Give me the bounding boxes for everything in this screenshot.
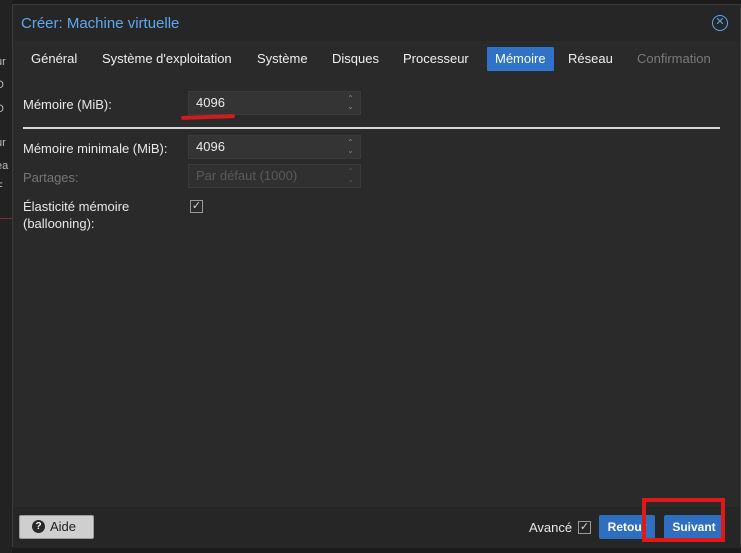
help-button[interactable]: ? Aide [19,515,94,539]
tab-system[interactable]: Système [249,47,316,71]
ballooning-label-line1: Élasticité mémoire [23,199,130,214]
close-icon[interactable]: ✕ [712,15,728,31]
memory-input[interactable]: 4096 ⌃ ⌄ [188,91,361,115]
bg-fragment: D [0,79,4,91]
memory-value: 4096 [196,95,225,110]
bg-fragment: D [0,103,4,115]
tab-memory[interactable]: Mémoire [487,47,554,71]
dialog-titlebar: Créer: Machine virtuelle ✕ [13,5,740,41]
tab-general[interactable]: Général [23,47,85,71]
spinner-icon[interactable]: ⌃ ⌄ [346,139,355,155]
spinner-icon: ⌃ ⌄ [347,167,354,184]
ballooning-checkbox[interactable]: ✓ [190,200,203,213]
tab-network[interactable]: Réseau [560,47,621,71]
shares-label: Partages: [23,170,79,185]
bg-fragment: ur [0,56,6,68]
bg-divider [0,218,12,219]
bg-fragment: ea [0,160,9,172]
advanced-checkbox[interactable]: ✓ [578,521,591,534]
help-icon: ? [32,520,45,533]
background-app-strip: ur D D ur ea F [0,0,12,553]
tab-processor[interactable]: Processeur [395,47,477,71]
help-label: Aide [50,519,77,534]
shares-placeholder: Par défaut (1000) [196,168,298,183]
dialog-title: Créer: Machine virtuelle [21,15,180,32]
tab-os[interactable]: Système d'exploitation [94,47,240,71]
create-vm-dialog: Créer: Machine virtuelle ✕ Général Systè… [12,4,741,548]
spinner-icon[interactable]: ⌃ ⌄ [346,95,355,111]
min-memory-label: Mémoire minimale (MiB): [23,141,168,156]
memory-panel: Mémoire (MiB): 4096 ⌃ ⌄ Mémoire minimale … [13,77,740,505]
tab-confirmation: Confirmation [637,51,711,66]
red-highlight-annotation [642,498,725,542]
bg-fragment: F [0,181,3,193]
tab-disks[interactable]: Disques [324,47,387,71]
ballooning-label-line2: (ballooning): [23,216,95,231]
shares-input: Par défaut (1000) ⌃ ⌄ [188,164,361,188]
memory-label: Mémoire (MiB): [23,97,112,112]
dialog-footer: ? Aide Avancé ✓ Retour Suivant [13,507,740,548]
bg-fragment: ur [0,137,6,149]
min-memory-value: 4096 [196,139,225,154]
section-divider [23,127,720,129]
red-underline-annotation [180,114,236,120]
advanced-label: Avancé [529,520,573,535]
min-memory-input[interactable]: 4096 ⌃ ⌄ [188,135,361,159]
